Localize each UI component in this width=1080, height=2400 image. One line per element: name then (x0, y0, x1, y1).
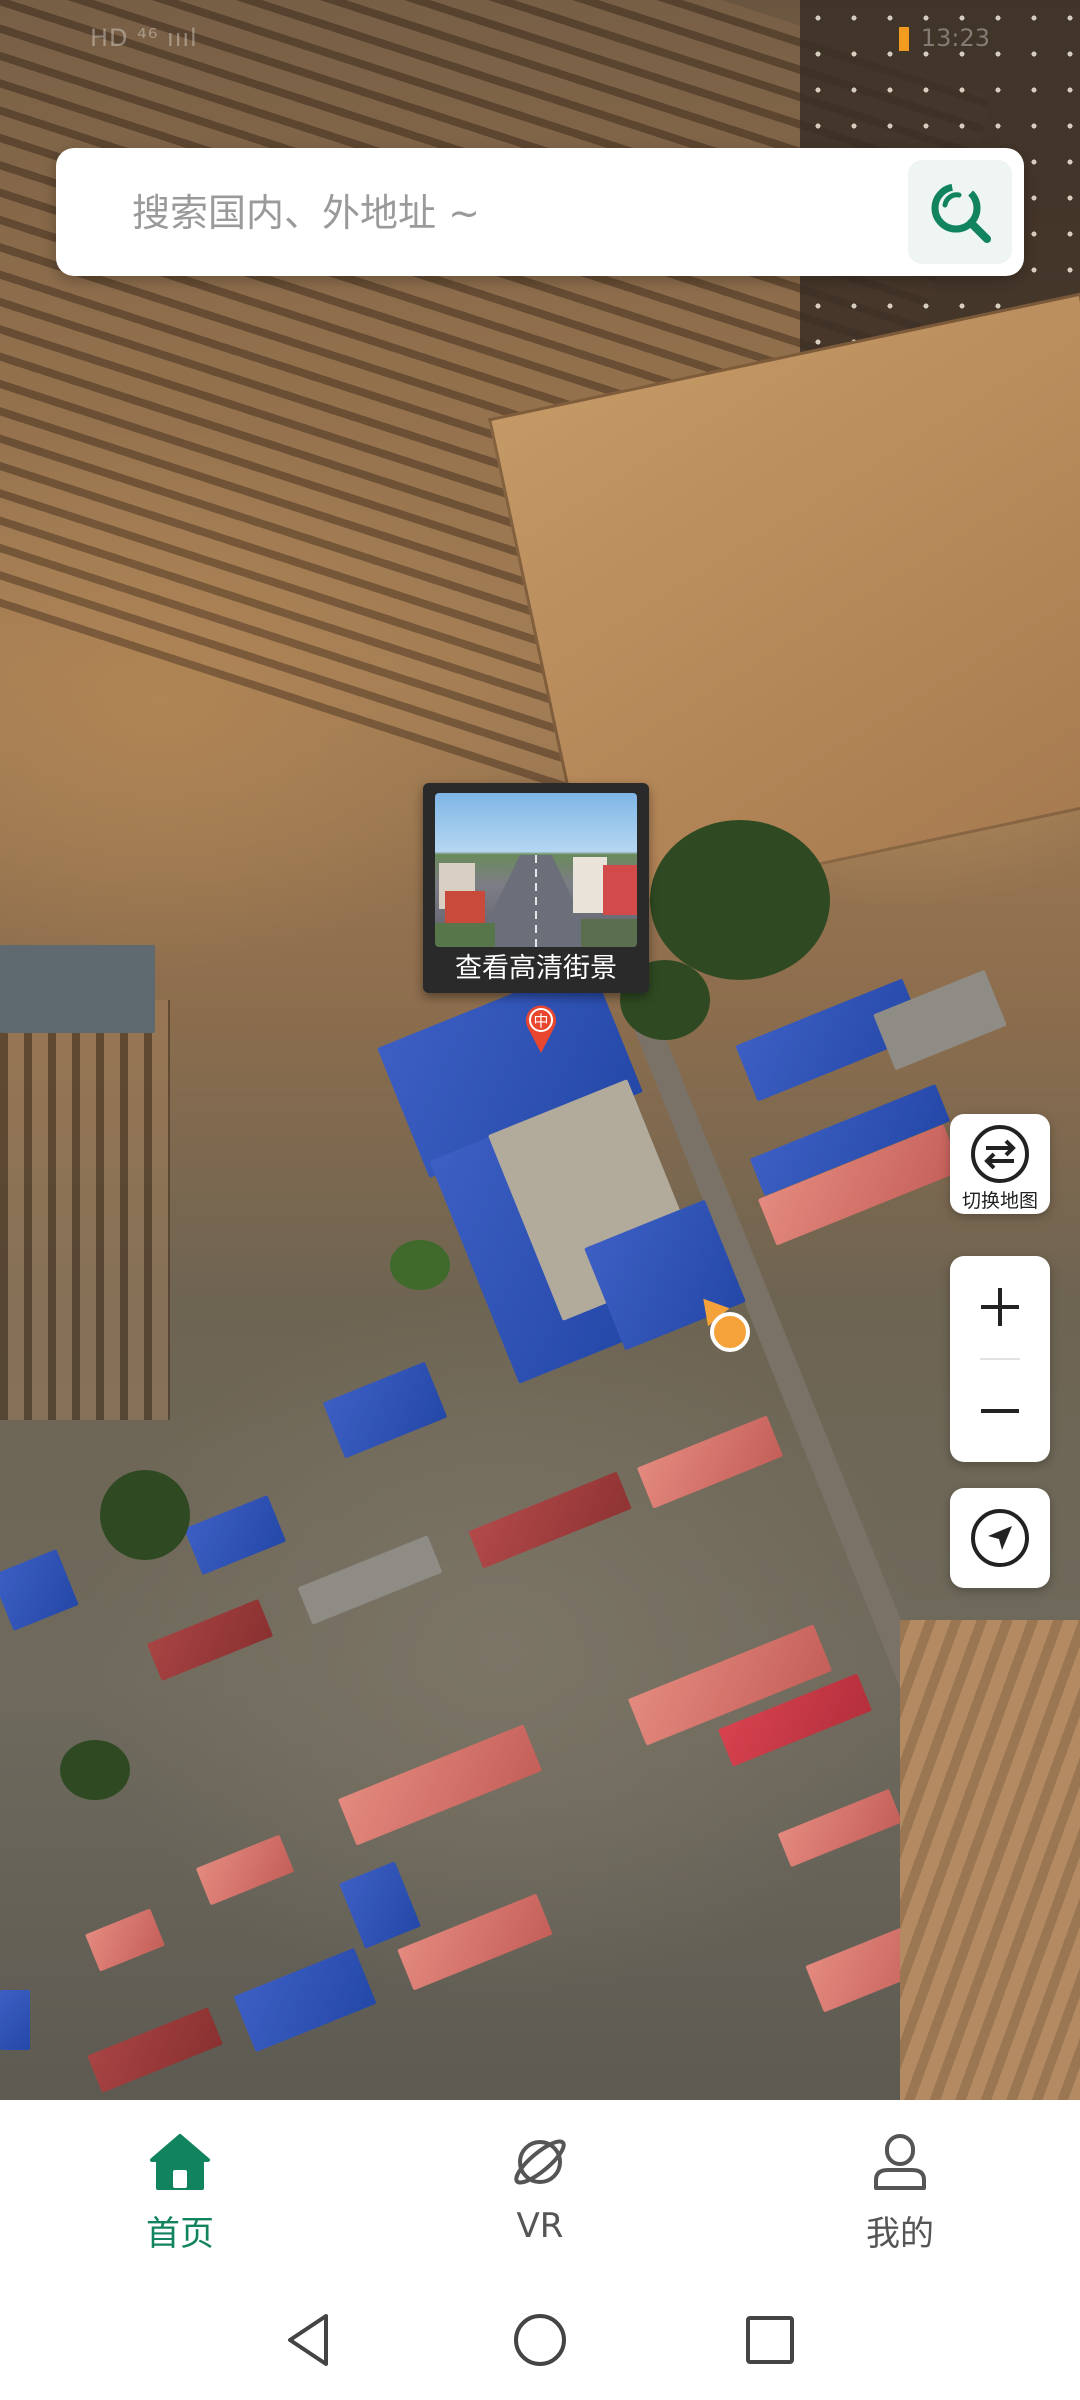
map-pin-icon[interactable]: 中 (523, 1002, 559, 1054)
street-view-label[interactable]: 查看高清街景 (423, 949, 649, 989)
street-view-popup[interactable]: 查看高清街景 (423, 783, 649, 993)
planet-icon (514, 2139, 566, 2185)
nav-item-home[interactable]: 首页 (80, 2130, 280, 2270)
back-icon[interactable] (280, 2310, 340, 2370)
search-input[interactable] (130, 148, 894, 278)
home-icon (150, 2134, 210, 2190)
system-navigation-bar (0, 2280, 1080, 2400)
nav-label-vr: VR (516, 2206, 564, 2246)
switch-arrows-icon (971, 1125, 1029, 1183)
home-circle-icon[interactable] (510, 2310, 570, 2370)
search-button[interactable] (908, 160, 1012, 264)
map-pin-label: 中 (533, 1012, 548, 1030)
nav-label-home: 首页 (146, 2214, 214, 2254)
plus-icon (981, 1288, 1019, 1326)
search-icon (931, 183, 991, 243)
signal-indicator: HD ⁴⁶ ıııl (90, 24, 198, 52)
battery-icon (898, 27, 909, 51)
zoom-out-button[interactable] (950, 1360, 1050, 1462)
street-view-thumbnail[interactable] (435, 793, 637, 947)
nav-label-mine: 我的 (866, 2214, 934, 2254)
search-bar (56, 148, 1024, 278)
nav-item-mine[interactable]: 我的 (800, 2130, 1000, 2270)
current-location-dot (710, 1312, 750, 1352)
zoom-in-button[interactable] (950, 1256, 1050, 1358)
status-bar: HD ⁴⁶ ıııl 13:23 (0, 0, 1080, 80)
bottom-navigation: 首页 VR 我的 (0, 2100, 1080, 2280)
switch-map-label: 切换地图 (961, 1190, 1038, 1212)
minus-icon (981, 1409, 1019, 1413)
user-icon (874, 2134, 926, 2190)
recents-icon[interactable] (740, 2310, 800, 2370)
zoom-control (950, 1256, 1050, 1462)
clock: 13:23 (898, 24, 990, 52)
compass-icon (971, 1509, 1029, 1567)
locate-me-button[interactable] (950, 1488, 1050, 1588)
switch-map-button[interactable]: 切换地图 (950, 1114, 1050, 1214)
nav-item-vr[interactable]: VR (440, 2130, 640, 2270)
